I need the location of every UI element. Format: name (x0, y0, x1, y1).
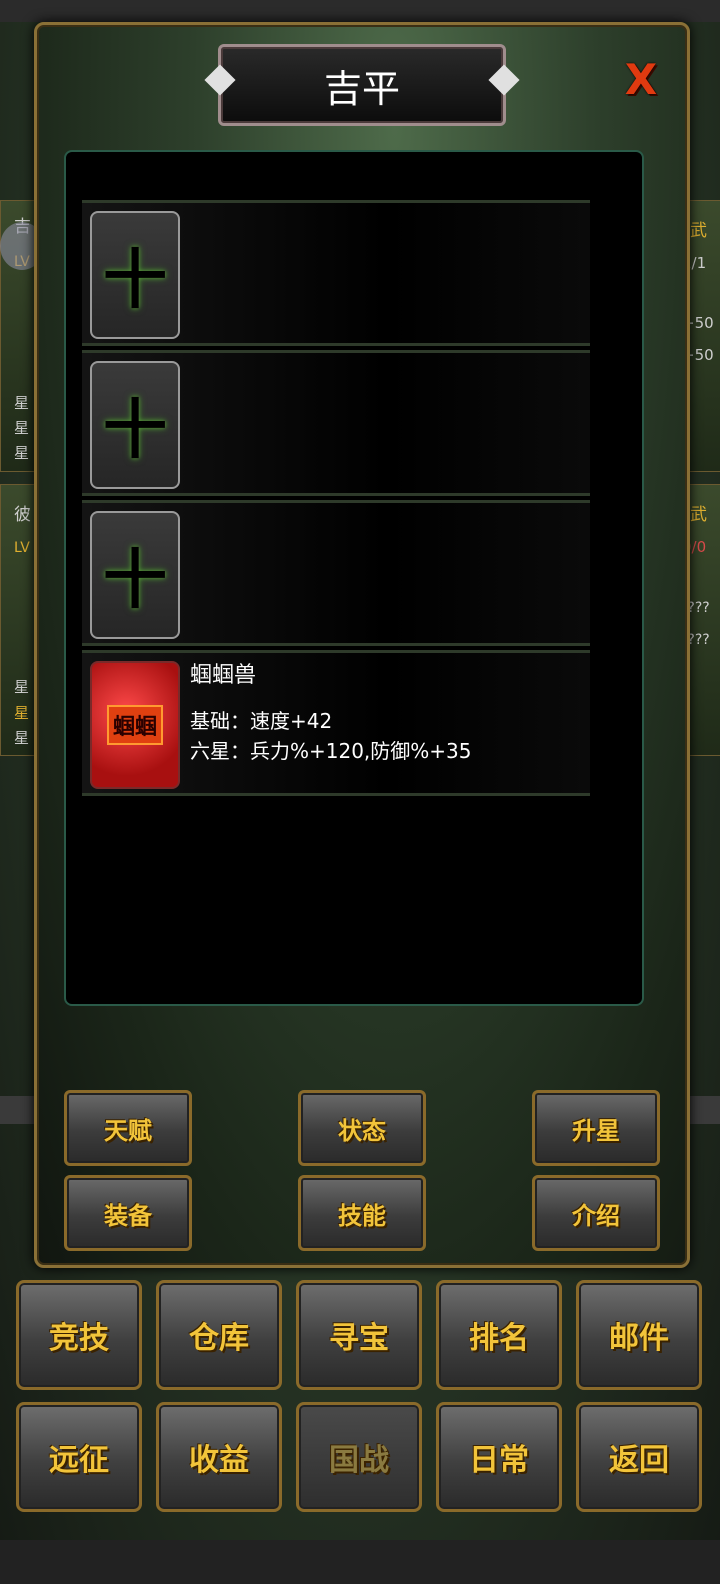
beast-row[interactable]: 蝈蝈 蝈蝈兽 基础：速度+42 六星：兵力%+120,防御%+35 (82, 650, 590, 796)
nav-mail-button[interactable]: 邮件 (576, 1280, 702, 1390)
nav-warehouse-button[interactable]: 仓库 (156, 1280, 282, 1390)
nav-national-war-button[interactable]: 国战 (296, 1402, 422, 1512)
slot-row: 十 (82, 350, 590, 496)
title-plate: 吉平 (218, 44, 506, 126)
talent-button[interactable]: 天赋 (64, 1090, 192, 1166)
left-star-label: 星 (14, 678, 30, 696)
beast-base-stat: 基础：速度+42 (190, 709, 333, 733)
empty-slot[interactable]: 十 (90, 511, 180, 639)
left-star-label: 星 (14, 729, 30, 747)
intro-button[interactable]: 介绍 (532, 1175, 660, 1251)
left-star-label: 星 (14, 444, 30, 462)
slot-row: 十 (82, 200, 590, 346)
add-slot-icon: 十 (103, 394, 167, 468)
beast-six-star-stat: 六星：兵力%+120,防御%+35 (190, 739, 472, 763)
empty-slot[interactable]: 十 (90, 211, 180, 339)
right-wu-label: 武 (690, 505, 707, 525)
status-button[interactable]: 状态 (298, 1090, 426, 1166)
add-slot-icon: 十 (103, 544, 167, 618)
beast-seal-text: 蝈蝈 (106, 705, 163, 745)
nav-arena-button[interactable]: 竞技 (16, 1280, 142, 1390)
close-button[interactable]: X (620, 55, 662, 104)
star-up-button[interactable]: 升星 (532, 1090, 660, 1166)
left-star-label: 星 (14, 394, 30, 412)
slot-row: 十 (82, 500, 590, 646)
nav-daily-button[interactable]: 日常 (436, 1402, 562, 1512)
beast-portrait[interactable]: 蝈蝈 (90, 661, 180, 789)
nav-expedition-button[interactable]: 远征 (16, 1402, 142, 1512)
left-star-label: 星 (14, 704, 30, 722)
add-slot-icon: 十 (103, 244, 167, 318)
dialog-title: 吉平 (323, 66, 400, 111)
left-star-label: 星 (14, 419, 30, 437)
top-bar (0, 0, 720, 22)
equipment-button[interactable]: 装备 (64, 1175, 192, 1251)
beast-name: 蝈蝈兽 (190, 663, 257, 688)
nav-return-button[interactable]: 返回 (576, 1402, 702, 1512)
empty-slot[interactable]: 十 (90, 361, 180, 489)
nav-treasure-button[interactable]: 寻宝 (296, 1280, 422, 1390)
left-hero-name: 彼 (14, 505, 31, 525)
nav-income-button[interactable]: 收益 (156, 1402, 282, 1512)
right-wu-label: 武 (690, 221, 707, 241)
left-hero-level: LV (14, 540, 30, 556)
bottom-bar (0, 1540, 720, 1584)
skill-button[interactable]: 技能 (298, 1175, 426, 1251)
nav-ranking-button[interactable]: 排名 (436, 1280, 562, 1390)
